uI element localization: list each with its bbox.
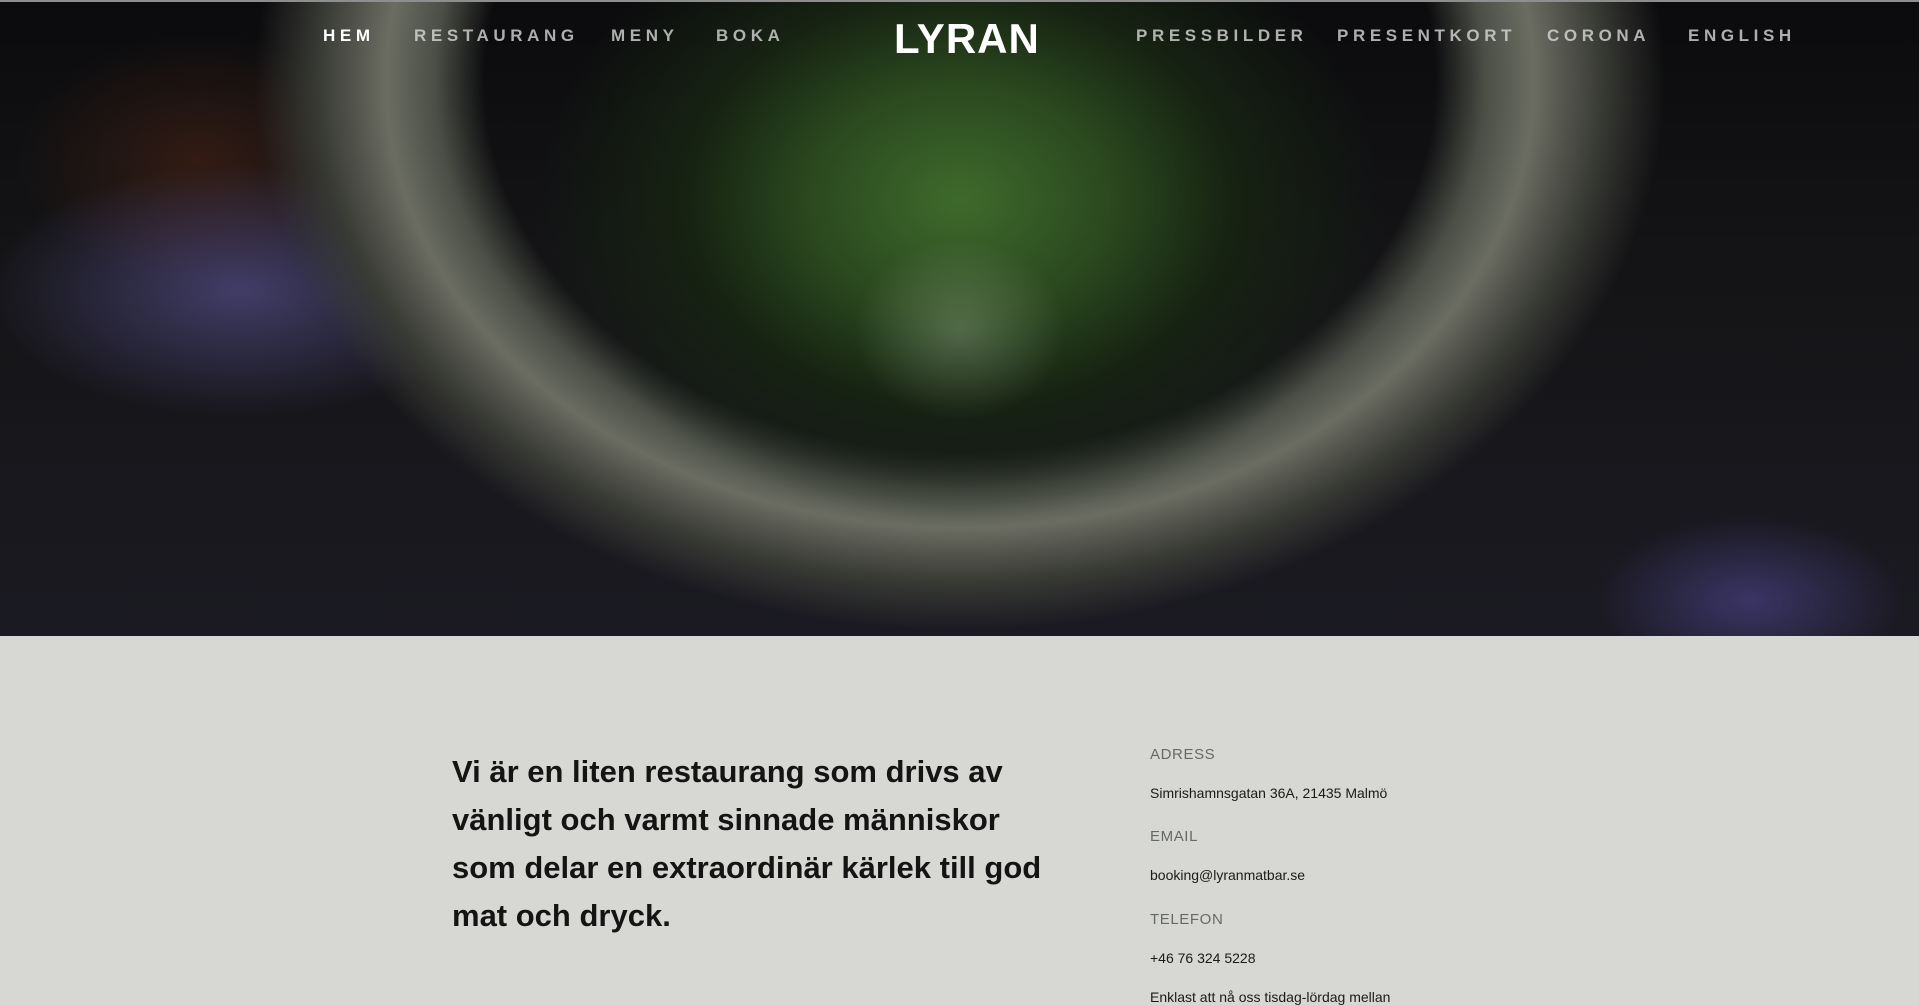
contact-note: Enklast att nå oss tisdag-lördag mellan <box>1150 989 1391 1005</box>
email-label: EMAIL <box>1150 828 1199 845</box>
nav-item-presentkort[interactable]: PRESENTKORT <box>1337 26 1516 46</box>
email-link[interactable]: booking@lyranmatbar.se <box>1150 867 1305 883</box>
nav-item-meny[interactable]: MENY <box>611 26 679 46</box>
nav-item-boka[interactable]: BOKA <box>716 26 784 46</box>
phone-link[interactable]: +46 76 324 5228 <box>1150 950 1256 966</box>
phone-label: TELEFON <box>1150 911 1224 928</box>
nav-item-restaurang[interactable]: RESTAURANG <box>414 26 579 46</box>
main-navigation: HEM RESTAURANG MENY BOKA LYRAN PRESSBILD… <box>0 15 1919 62</box>
nav-item-pressbilder[interactable]: PRESSBILDER <box>1136 26 1308 46</box>
about-section: Vi är en liten restaurang som drivs av v… <box>0 636 1919 1005</box>
hero-image: HEM RESTAURANG MENY BOKA LYRAN PRESSBILD… <box>0 0 1919 636</box>
nav-item-english[interactable]: ENGLISH <box>1688 26 1796 46</box>
address-value: Simrishamnsgatan 36A, 21435 Malmö <box>1150 785 1388 801</box>
nav-item-corona[interactable]: CORONA <box>1547 26 1650 46</box>
nav-item-hem[interactable]: HEM <box>323 26 375 46</box>
top-border <box>0 0 1919 2</box>
intro-text: Vi är en liten restaurang som drivs av v… <box>452 754 1042 933</box>
address-label: ADRESS <box>1150 746 1216 763</box>
brand-logo[interactable]: LYRAN <box>894 15 1040 63</box>
